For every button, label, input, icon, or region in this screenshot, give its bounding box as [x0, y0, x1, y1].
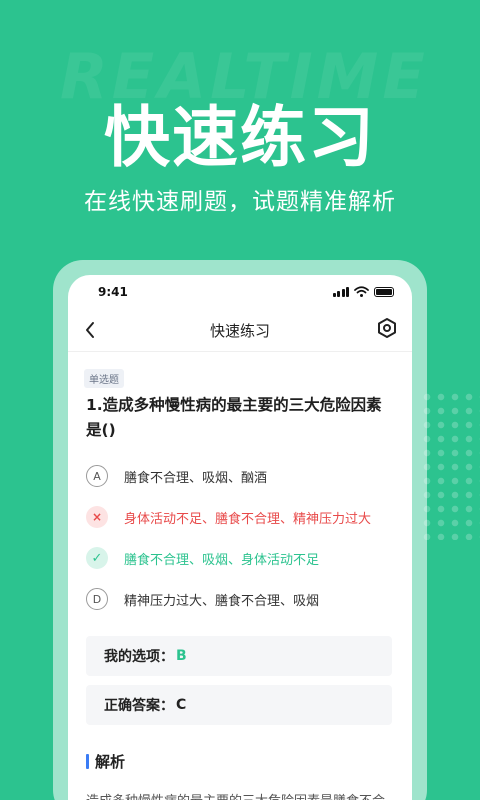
- analysis-header: 解析: [86, 751, 125, 772]
- option-d-marker: D: [86, 588, 108, 610]
- correct-answer-label: 正确答案：: [104, 698, 174, 714]
- my-answer-box: 我的选项： B: [86, 636, 392, 676]
- hero-title: 快速练习: [104, 99, 376, 176]
- option-a-marker: A: [86, 465, 108, 487]
- option-a[interactable]: A 膳食不合理、吸烟、酗酒: [86, 463, 406, 489]
- option-d[interactable]: D 精神压力过大、膳食不合理、吸烟: [86, 586, 406, 612]
- option-c[interactable]: ✓ 膳食不合理、吸烟、身体活动不足: [86, 545, 406, 571]
- option-a-text: 膳食不合理、吸烟、酗酒: [124, 470, 268, 486]
- my-answer-value: B: [176, 648, 187, 664]
- nav-title: 快速练习: [209, 322, 270, 340]
- analysis-text: 造成多种慢性病的最主要的三大危险因素是膳食不合: [86, 790, 396, 800]
- my-answer-label: 我的选项：: [104, 649, 174, 665]
- option-d-text: 精神压力过大、膳食不合理、吸烟: [124, 593, 320, 609]
- nav-divider: [68, 351, 412, 352]
- hexagon-settings-icon: [378, 318, 396, 338]
- battery-icon: [374, 286, 394, 297]
- question-text: 1.造成多种慢性病的最主要的三大危险因素是(): [86, 396, 382, 439]
- wifi-icon: [354, 286, 369, 297]
- status-icons: [332, 286, 394, 297]
- correct-check-icon: ✓: [86, 547, 108, 569]
- correct-answer-value: C: [176, 697, 187, 713]
- correct-answer-box: 正确答案： C: [86, 685, 392, 725]
- option-b[interactable]: × 身体活动不足、膳食不合理、精神压力过大: [86, 504, 406, 530]
- status-bar: 9:41: [68, 275, 412, 309]
- section-accent-bar: [86, 754, 89, 769]
- option-c-text: 膳食不合理、吸烟、身体活动不足: [124, 552, 320, 568]
- nav-bar: 快速练习: [68, 311, 412, 349]
- wrong-x-icon: ×: [86, 506, 108, 528]
- option-b-text: 身体活动不足、膳食不合理、精神压力过大: [124, 511, 372, 527]
- phone-screen: 9:41 快速练习 单选题 1.造成多种慢性病的最主要的三大危险因素是() A …: [68, 275, 412, 800]
- settings-button[interactable]: [376, 317, 398, 339]
- hero-subtitle: 在线快速刷题，试题精准解析: [84, 189, 396, 215]
- status-time: 9:41: [98, 285, 128, 299]
- question-type-tag: 单选题: [84, 369, 124, 388]
- analysis-title: 解析: [95, 753, 126, 771]
- decorative-dots: [420, 390, 480, 540]
- cellular-signal-icon: [332, 286, 349, 297]
